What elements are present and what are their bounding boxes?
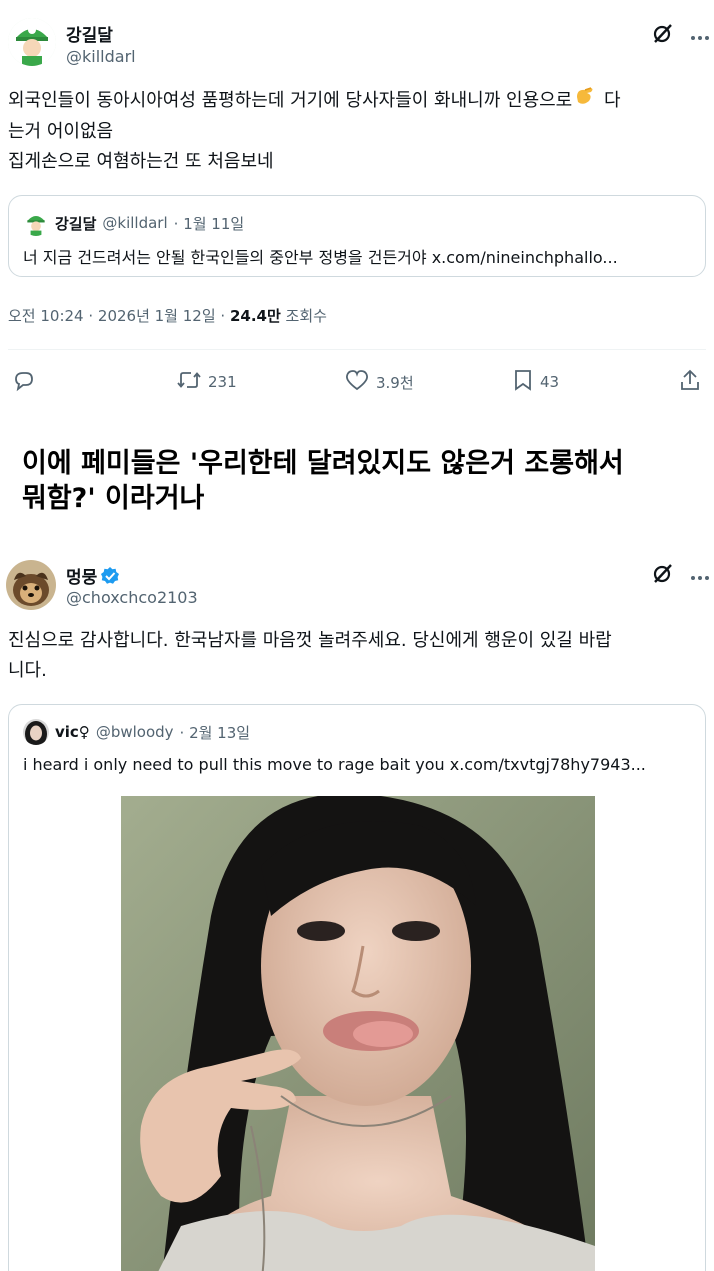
tweet-text-line: 는거 어이없음 [8,121,114,142]
avatar [23,719,49,745]
bookmark-icon [512,368,534,396]
verified-badge-icon [100,566,120,591]
retweet-button[interactable]: 231 [176,368,237,396]
tweet-text-line: 집게손으로 여혐하는건 또 처음보네 [8,151,274,172]
tweet-top-actions [652,22,710,48]
quoted-tweet[interactable]: vic♀ @bwloody · 2월 13일 i heard i only ne… [8,704,706,1271]
view-count: 24.4만 [229,307,281,325]
avatar[interactable] [6,560,56,610]
pinch-emoji-icon [573,85,597,117]
share-button[interactable] [678,368,702,396]
quoted-text: 너 지금 건드려서는 안될 한국인들의 중안부 정병을 건든거야 x.com/n… [23,248,618,267]
caption-line: 뭐함?' 이라거나 [22,483,205,514]
divider [8,349,706,350]
tweet-text: 외국인들이 동아시아여성 품평하는데 거기에 당사자들이 화내니까 인용으로 다… [8,85,708,177]
quoted-display-name: 강길달 [55,214,97,233]
avatar[interactable] [8,18,56,66]
tweet-text-line: 진심으로 감사합니다. 한국남자를 마음껏 놀려주세요. 당신에게 행운이 있길… [8,630,612,651]
quoted-text: i heard i only need to pull this move to… [23,755,646,774]
reply-button[interactable] [12,368,42,396]
grok-icon[interactable] [652,22,674,48]
quoted-handle: @killdarl [102,214,168,232]
reply-icon [12,368,36,396]
handle[interactable]: @choxchco2103 [66,588,198,607]
share-icon [678,368,702,396]
more-icon[interactable] [690,566,710,585]
quoted-tweet[interactable]: 강길달 @killdarl · 1월 11일 너 지금 건드려서는 안될 한국인… [8,195,706,277]
quoted-tweet-header: 강길달 @killdarl · 1월 11일 [23,210,244,236]
quoted-media-image[interactable] [121,796,595,1271]
display-name[interactable]: 강길달 [66,21,113,46]
more-icon[interactable] [690,26,710,45]
bookmark-button[interactable]: 43 [512,368,559,396]
quoted-handle: @bwloody [95,723,174,741]
grok-icon[interactable] [652,562,674,588]
tweet-top-actions [652,562,710,588]
caption-line: 이에 페미들은 '우리한테 달려있지도 않은거 조롱해서 [22,448,624,479]
timestamp[interactable]: 오전 10:24 · 2026년 1월 12일 · [8,307,230,325]
quoted-tweet-header: vic♀ @bwloody · 2월 13일 [23,719,250,745]
retweet-icon [176,368,202,396]
tweet-meta: 오전 10:24 · 2026년 1월 12일 · 24.4만 조회수 [8,305,327,326]
tweet-text-line: 다 [598,90,621,111]
display-name[interactable]: 멍뭉 [66,563,120,591]
like-count: 3.9천 [376,373,414,392]
caption-text: 이에 페미들은 '우리한테 달려있지도 않은거 조롱해서 뭐함?' 이라거나 [22,446,702,516]
like-button[interactable]: 3.9천 [344,368,414,396]
quoted-date: · 2월 13일 [179,723,251,742]
like-icon [344,368,370,396]
display-name-text: 멍뭉 [66,568,98,588]
quoted-display-name: vic♀ [55,723,90,741]
tweet-text-line: 니다. [8,660,47,681]
tweet-text: 진심으로 감사합니다. 한국남자를 마음껏 놀려주세요. 당신에게 행운이 있길… [8,626,708,686]
avatar [23,210,49,236]
tweet-text-line: 외국인들이 동아시아여성 품평하는데 거기에 당사자들이 화내니까 인용으로 [8,90,573,111]
bookmark-count: 43 [540,373,560,391]
quoted-date: · 1월 11일 [173,214,245,233]
view-count-label: 조회수 [280,307,327,325]
handle[interactable]: @killdarl [66,47,136,66]
retweet-count: 231 [208,373,237,391]
